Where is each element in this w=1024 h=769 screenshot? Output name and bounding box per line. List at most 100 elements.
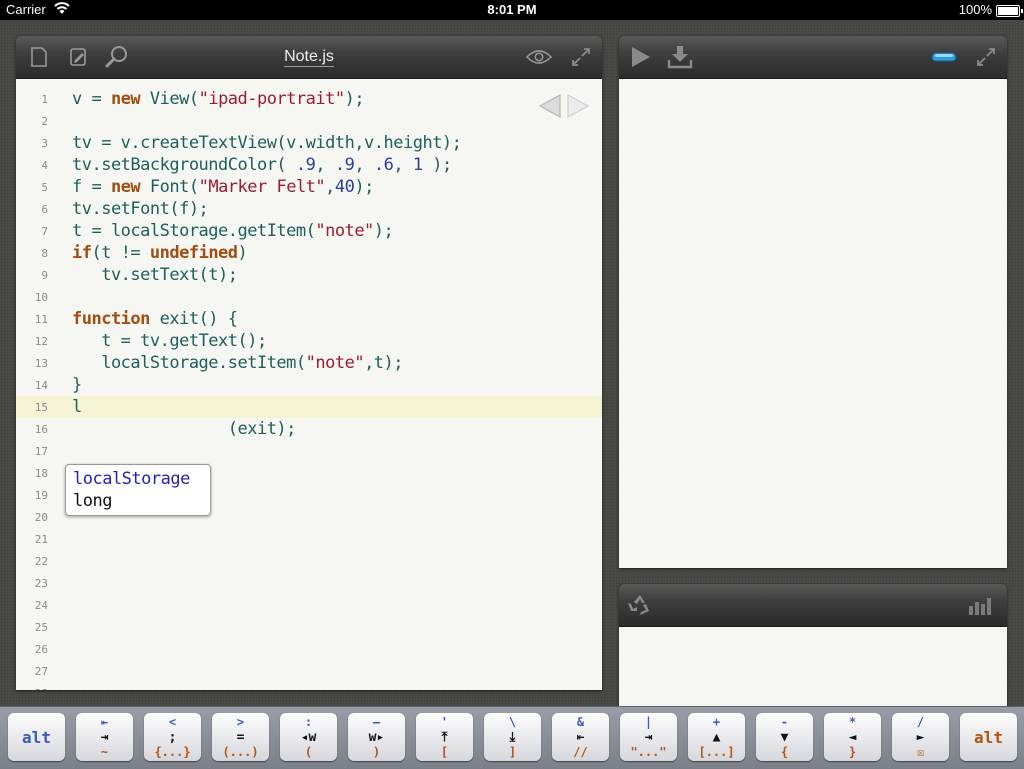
play-icon[interactable]	[627, 44, 653, 70]
code-line[interactable]: 16 (exit);	[16, 418, 602, 440]
accessory-key[interactable]: | ⇥ "..."	[620, 713, 677, 761]
forward-arrow-icon[interactable]	[566, 93, 590, 123]
back-arrow-icon[interactable]	[538, 93, 562, 123]
key-main-label: ;	[168, 730, 177, 745]
key-bottom-label: [...]	[698, 745, 735, 759]
code-line[interactable]: 25	[16, 616, 602, 638]
key-bottom-label: (	[304, 745, 313, 759]
alt-key-right[interactable]: alt	[960, 713, 1017, 761]
code-line[interactable]: 21	[16, 528, 602, 550]
key-label: alt	[974, 728, 1003, 747]
eye-icon[interactable]	[526, 44, 552, 70]
code-line[interactable]: 3 tv = v.createTextView(v.width,v.height)…	[16, 132, 602, 154]
code-token: new	[110, 177, 141, 197]
key-bottom-label: "..."	[630, 745, 667, 759]
code-token: .9	[295, 155, 316, 175]
toggle-icon[interactable]	[931, 44, 957, 70]
code-line[interactable]: 7 t = localStorage.getItem("note");	[16, 220, 602, 242]
code-token: );	[344, 89, 365, 109]
code-token: t = localStorage.getItem(	[72, 221, 316, 241]
editor-panel: Note.js 1 v = new View("ipad-portrait"); 2…	[16, 36, 602, 690]
key-top-label: ⇤	[100, 715, 109, 729]
code-text: v = new View("ipad-portrait");	[72, 89, 365, 109]
recycle-icon[interactable]	[627, 592, 653, 618]
code-line[interactable]: 1 v = new View("ipad-portrait");	[16, 88, 602, 110]
code-editor[interactable]: 1v = new View("ipad-portrait"); 2 3 tv = v.…	[16, 79, 602, 690]
expand-icon[interactable]	[568, 44, 594, 70]
output-canvas[interactable]	[619, 79, 1007, 568]
code-line[interactable]: 5 f = new Font("Marker Felt",40);	[16, 176, 602, 198]
code-line[interactable]: 12 t = tv.getText();	[16, 330, 602, 352]
key-main-label: w▸	[368, 730, 385, 745]
accessory-key[interactable]: - ▼{	[756, 713, 813, 761]
line-number: 19	[34, 489, 48, 502]
stats-icon[interactable]	[967, 592, 993, 618]
code-token: v =	[72, 89, 111, 109]
key-label: alt	[22, 728, 51, 747]
key-top-label: -	[780, 715, 789, 729]
line-number: 14	[34, 379, 48, 392]
code-text: if(t != undefined)	[72, 243, 248, 263]
download-icon[interactable]	[667, 44, 693, 70]
code-token: f =	[72, 177, 111, 197]
code-line[interactable]: 26	[16, 638, 602, 660]
file-title[interactable]: Note.js	[16, 48, 602, 67]
line-number: 3	[41, 137, 48, 150]
code-line[interactable]: 10	[16, 286, 602, 308]
code-line[interactable]: 9 tv.setText(t);	[16, 264, 602, 286]
alt-key-left[interactable]: alt	[8, 713, 65, 761]
line-number: 5	[41, 181, 48, 194]
code-line[interactable]: 24	[16, 594, 602, 616]
code-token: (t !=	[91, 243, 150, 263]
code-token: .9	[334, 155, 355, 175]
key-bottom-label: //	[573, 745, 588, 759]
output-toolbar	[619, 36, 1007, 79]
code-line[interactable]: 22	[16, 550, 602, 572]
code-line[interactable]: 6 tv.setFont(f);	[16, 198, 602, 220]
code-line[interactable]: 23	[16, 572, 602, 594]
accessory-key[interactable]: — w▸)	[348, 713, 405, 761]
code-line[interactable]: 28	[16, 682, 602, 690]
output-expand-icon[interactable]	[973, 44, 999, 70]
key-main-label: =	[236, 730, 245, 745]
accessory-key[interactable]: : ◂w(	[280, 713, 337, 761]
accessory-key[interactable]: > = (...)	[212, 713, 269, 761]
code-line[interactable]: 27	[16, 660, 602, 682]
code-line[interactable]: 11 function exit() {	[16, 308, 602, 330]
code-line[interactable]: 4 tv.setBackgroundColor( .9, .9, .6, 1 );	[16, 154, 602, 176]
code-line[interactable]: 13 localStorage.setItem("note",t);	[16, 352, 602, 374]
accessory-key[interactable]: ' ⤒[	[416, 713, 473, 761]
code-token: ,	[354, 155, 374, 175]
clock: 8:01 PM	[487, 2, 537, 17]
code-token: ,	[393, 155, 413, 175]
code-line[interactable]: 8 if(t != undefined)	[16, 242, 602, 264]
current-code-line[interactable]: 15 l	[16, 396, 602, 418]
code-token: tv.setBackgroundColor(	[72, 155, 296, 175]
code-token: }	[72, 375, 82, 395]
code-line[interactable]: 14}	[16, 374, 602, 396]
key-top-label: '	[440, 715, 449, 729]
accessory-key[interactable]: + ▲ [...]	[688, 713, 745, 761]
console-toolbar	[619, 584, 1007, 627]
code-text: f = new Font("Marker Felt",40);	[72, 177, 374, 197]
code-text: t = tv.getText();	[72, 331, 267, 351]
accessory-key[interactable]: * ◄}	[824, 713, 881, 761]
code-line[interactable]: 17	[16, 440, 602, 462]
code-token: "note"	[305, 353, 365, 373]
key-top-label: —	[372, 715, 381, 729]
accessory-key[interactable]: <; {...}	[144, 713, 201, 761]
autocomplete-item[interactable]: localStorage	[66, 468, 210, 490]
accessory-key[interactable]: / ► ☒	[892, 713, 949, 761]
battery-icon	[996, 5, 1023, 17]
code-token: localStorage.setItem(	[72, 353, 306, 373]
accessory-key[interactable]: \ ⤓]	[484, 713, 541, 761]
key-top-label: *	[848, 715, 857, 729]
key-top-label: \	[508, 715, 517, 729]
accessory-key[interactable]: ⇤ ⇥ ~	[76, 713, 133, 761]
line-number: 12	[34, 335, 48, 348]
code-line[interactable]: 2	[16, 110, 602, 132]
keyboard-accessory-bar: alt ⇤ ⇥ ~ <; {...} > = (...): ◂w(— w▸) ' ⤒[\ ⤓] & ⇤//| ⇥…	[0, 706, 1024, 769]
key-main-label: ⇥	[100, 730, 109, 745]
accessory-key[interactable]: & ⇤//	[552, 713, 609, 761]
autocomplete-item[interactable]: long	[66, 490, 210, 512]
